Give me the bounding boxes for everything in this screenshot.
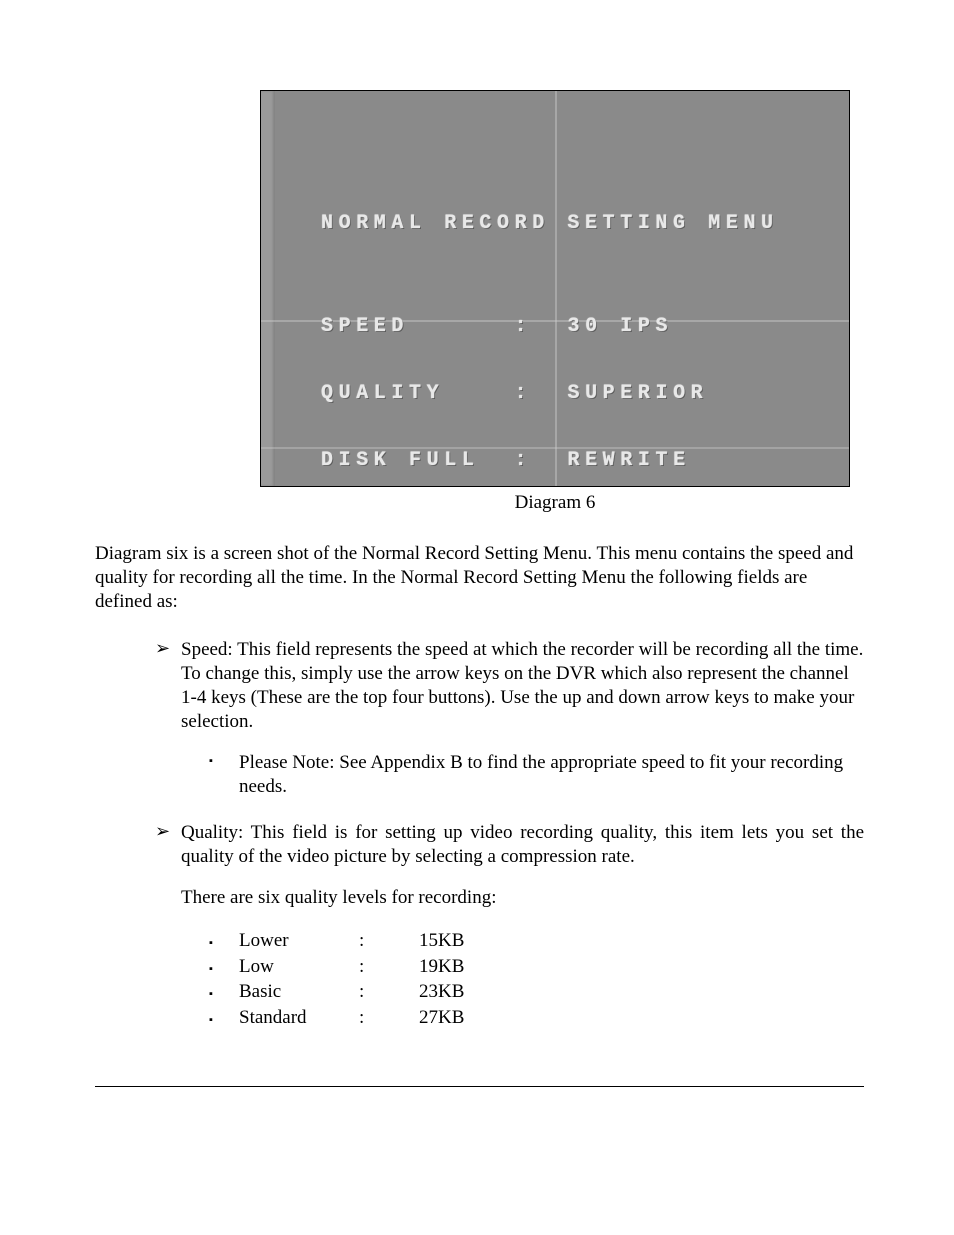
list-item-text: Speed: This field represents the speed a…: [181, 638, 864, 803]
quality-size: 15KB: [419, 928, 499, 954]
sublist-item-note: ▪ Please Note: See Appendix B to find th…: [209, 751, 864, 799]
field-definitions-list: ➢ Speed: This field represents the speed…: [155, 638, 864, 1030]
quality-name: Basic: [239, 979, 359, 1005]
osd-value: SUPERIOR: [567, 382, 708, 405]
quality-text: Quality: This field is for setting up vi…: [181, 822, 864, 867]
quality-level-row: ▪ Lower : 15KB: [209, 928, 864, 954]
osd-row-speed: SPEED : 30 IPS: [321, 316, 779, 337]
square-bullet-icon: ▪: [209, 1013, 239, 1028]
osd-sep: :: [515, 382, 533, 405]
osd-label: SPEED: [321, 315, 409, 338]
osd-sep: :: [515, 449, 533, 472]
quality-name: Lower: [239, 928, 359, 954]
list-item-text: Quality: This field is for setting up vi…: [181, 821, 864, 1031]
quality-name: Low: [239, 954, 359, 980]
quality-sep: :: [359, 1005, 419, 1031]
quality-level-row: ▪ Basic : 23KB: [209, 979, 864, 1005]
arrow-bullet-icon: ➢: [155, 638, 181, 660]
quality-level-row: ▪ Standard : 27KB: [209, 1005, 864, 1031]
quality-sep: :: [359, 979, 419, 1005]
note-text: Please Note: See Appendix B to find the …: [239, 751, 864, 799]
quality-name: Standard: [239, 1005, 359, 1031]
list-item-speed: ➢ Speed: This field represents the speed…: [155, 638, 864, 803]
document-page: NORMAL RECORD SETTING MENU SPEED : 30 IP…: [0, 0, 954, 1146]
osd-sep: :: [515, 315, 533, 338]
quality-size: 23KB: [419, 979, 499, 1005]
osd-label: DISK FULL: [321, 449, 479, 472]
osd-row-diskfull: DISK FULL : REWRITE: [321, 450, 779, 471]
footer-rule: [95, 1086, 864, 1087]
figure-container: NORMAL RECORD SETTING MENU SPEED : 30 IP…: [260, 90, 850, 514]
speed-text: Speed: This field represents the speed a…: [181, 639, 863, 731]
quality-size: 19KB: [419, 954, 499, 980]
list-item-quality: ➢ Quality: This field is for setting up …: [155, 821, 864, 1031]
figure-caption: Diagram 6: [260, 492, 850, 514]
quality-levels-intro: There are six quality levels for recordi…: [181, 886, 864, 910]
quality-levels-list: ▪ Lower : 15KB ▪ Low : 19KB ▪ Basic: [209, 928, 864, 1031]
square-bullet-icon: ▪: [209, 962, 239, 977]
quality-size: 27KB: [419, 1005, 499, 1031]
osd-overlay: NORMAL RECORD SETTING MENU SPEED : 30 IP…: [321, 166, 779, 487]
arrow-bullet-icon: ➢: [155, 821, 181, 843]
quality-level-row: ▪ Low : 19KB: [209, 954, 864, 980]
quality-sep: :: [359, 954, 419, 980]
crt-bezel: [261, 91, 275, 486]
dvr-screenshot: NORMAL RECORD SETTING MENU SPEED : 30 IP…: [260, 90, 850, 487]
speed-sublist: ▪ Please Note: See Appendix B to find th…: [209, 751, 864, 799]
osd-value: 30 IPS: [567, 315, 673, 338]
osd-value: REWRITE: [567, 449, 690, 472]
square-bullet-icon: ▪: [209, 936, 239, 951]
osd-title: NORMAL RECORD SETTING MENU: [321, 212, 779, 235]
intro-paragraph: Diagram six is a screen shot of the Norm…: [95, 542, 864, 613]
square-bullet-icon: ▪: [209, 751, 239, 772]
osd-row-quality: QUALITY : SUPERIOR: [321, 383, 779, 404]
quality-sep: :: [359, 928, 419, 954]
square-bullet-icon: ▪: [209, 987, 239, 1002]
osd-label: QUALITY: [321, 382, 444, 405]
